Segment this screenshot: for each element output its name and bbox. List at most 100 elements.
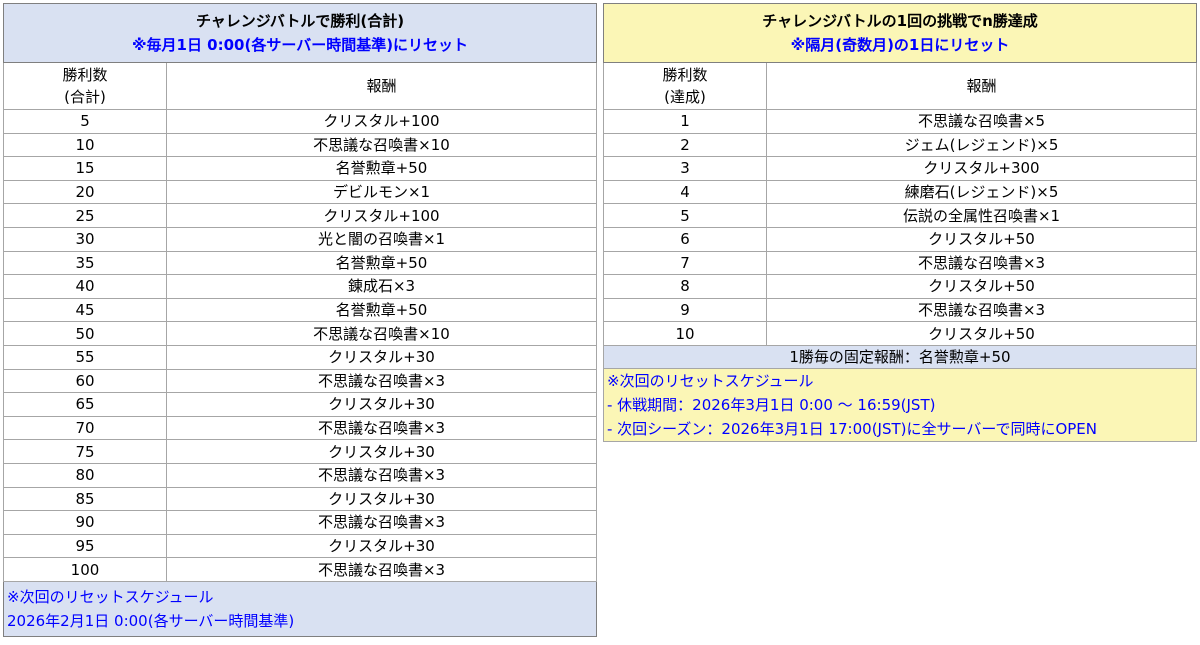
- note-line: ※次回のリセットスケジュール: [7, 587, 214, 606]
- column-header-win-count: 勝利数 (合計): [3, 62, 167, 110]
- reward-cell: 不思議な召喚書×3: [766, 297, 1197, 323]
- win-count-cell: 2: [603, 132, 767, 158]
- win-count-cell: 5: [3, 109, 167, 134]
- win-count-cell: 9: [603, 297, 767, 323]
- reward-cell: 名誉勲章+50: [166, 156, 597, 181]
- table-row: 70 不思議な召喚書×3: [3, 415, 597, 441]
- cumulative-wins-panel: チャレンジバトルで勝利(合計) ※毎月1日 0:00(各サーバー時間基準)にリセ…: [3, 3, 597, 637]
- reward-cell: ジェム(レジェンド)×5: [766, 132, 1197, 158]
- reward-cell: 不思議な召喚書×3: [166, 368, 597, 394]
- win-count-cell: 45: [3, 297, 167, 323]
- win-count-cell: 3: [603, 156, 767, 181]
- win-count-cell: 60: [3, 368, 167, 394]
- win-count-cell: 75: [3, 439, 167, 464]
- column-header-reward: 報酬: [166, 62, 597, 110]
- reward-cell: デビルモン×1: [166, 179, 597, 205]
- table-row: 10 クリスタル+50: [603, 321, 1197, 346]
- single-run-wins-table: チャレンジバトルの1回の挑戦でn勝達成 ※隔月(奇数月)の1日にリセット 勝利数…: [603, 3, 1197, 442]
- table-row: 10 不思議な召喚書×10: [3, 132, 597, 158]
- win-count-cell: 4: [603, 179, 767, 205]
- win-count-cell: 7: [603, 250, 767, 276]
- note-line: 2026年2月1日 0:00(各サーバー時間基準): [7, 611, 295, 630]
- table-row: 1 不思議な召喚書×5: [603, 109, 1197, 134]
- table-row: 7 不思議な召喚書×3: [603, 250, 1197, 276]
- table-title: チャレンジバトルで勝利(合計): [195, 12, 405, 30]
- table-row: 100 不思議な召喚書×3: [3, 557, 597, 582]
- table-row: 8 クリスタル+50: [603, 274, 1197, 299]
- reward-cell: クリスタル+30: [166, 533, 597, 559]
- reward-cell: クリスタル+50: [766, 226, 1197, 252]
- reward-cell: クリスタル+50: [766, 274, 1197, 299]
- table-row: 50 不思議な召喚書×10: [3, 321, 597, 346]
- reward-cell: クリスタル+100: [166, 203, 597, 228]
- table-subtitle: ※毎月1日 0:00(各サーバー時間基準)にリセット: [131, 36, 469, 54]
- cumulative-wins-table: チャレンジバトルで勝利(合計) ※毎月1日 0:00(各サーバー時間基準)にリセ…: [3, 3, 597, 637]
- table-row: 45 名誉勲章+50: [3, 297, 597, 323]
- reward-cell: 不思議な召喚書×5: [766, 109, 1197, 134]
- win-count-cell: 90: [3, 510, 167, 535]
- table-row: 3 クリスタル+300: [603, 156, 1197, 181]
- table-row: 40 錬成石×3: [3, 274, 597, 299]
- reset-schedule-note: ※次回のリセットスケジュール - 休戦期間：2026年3月1日 0:00 ～ 16…: [603, 367, 1197, 442]
- table-row: 5 伝説の全属性召喚書×1: [603, 203, 1197, 228]
- fixed-reward-row: 1勝毎の固定報酬：名誉勲章+50: [603, 344, 1197, 369]
- win-count-cell: 70: [3, 415, 167, 441]
- reward-cell: 名誉勲章+50: [166, 297, 597, 323]
- win-count-cell: 30: [3, 226, 167, 252]
- table-row: 80 不思議な召喚書×3: [3, 462, 597, 488]
- table-subtitle: ※隔月(奇数月)の1日にリセット: [790, 36, 1010, 54]
- win-count-cell: 35: [3, 250, 167, 276]
- win-count-cell: 95: [3, 533, 167, 559]
- column-header-reward: 報酬: [766, 62, 1197, 110]
- win-count-cell: 50: [3, 321, 167, 346]
- table-row: 30 光と闇の召喚書×1: [3, 226, 597, 252]
- win-count-cell: 1: [603, 109, 767, 134]
- win-count-cell: 40: [3, 274, 167, 299]
- cumulative-wins-rows: 5 クリスタル+100 10 不思議な召喚書×10 15 名誉勲章+50 20 デビルモン×1…: [3, 109, 597, 582]
- reward-cell: 錬成石×3: [166, 274, 597, 299]
- reward-cell: クリスタル+300: [766, 156, 1197, 181]
- win-count-cell: 10: [3, 132, 167, 158]
- table-row: 15 名誉勲章+50: [3, 156, 597, 181]
- note-line: ※次回のリセットスケジュール: [607, 371, 814, 390]
- table-row: 20 デビルモン×1: [3, 179, 597, 205]
- win-count-cell: 85: [3, 486, 167, 512]
- table-row: 95 クリスタル+30: [3, 533, 597, 559]
- win-count-cell: 80: [3, 462, 167, 488]
- reward-cell: 不思議な召喚書×10: [166, 132, 597, 158]
- win-count-cell: 20: [3, 179, 167, 205]
- table-row: 6 クリスタル+50: [603, 226, 1197, 252]
- single-run-wins-rows: 1 不思議な召喚書×5 2 ジェム(レジェンド)×5 3 クリスタル+300 4 練磨石(レジ…: [603, 109, 1197, 346]
- reward-cell: 名誉勲章+50: [166, 250, 597, 276]
- table-row: 55 クリスタル+30: [3, 344, 597, 370]
- table-row: 35 名誉勲章+50: [3, 250, 597, 276]
- table-title: チャレンジバトルの1回の挑戦でn勝達成: [762, 12, 1038, 30]
- win-count-cell: 5: [603, 203, 767, 228]
- reward-cell: クリスタル+30: [166, 439, 597, 464]
- table-row: 5 クリスタル+100: [3, 109, 597, 134]
- column-header-win-count: 勝利数 (達成): [603, 62, 767, 110]
- reward-cell: 不思議な召喚書×3: [766, 250, 1197, 276]
- reward-cell: クリスタル+30: [166, 486, 597, 512]
- win-count-cell: 8: [603, 274, 767, 299]
- reward-cell: クリスタル+30: [166, 392, 597, 417]
- win-count-cell: 100: [3, 557, 167, 582]
- reward-cell: 不思議な召喚書×3: [166, 557, 597, 582]
- reward-cell: 不思議な召喚書×3: [166, 415, 597, 441]
- reward-cell: 光と闇の召喚書×1: [166, 226, 597, 252]
- single-run-wins-panel: チャレンジバトルの1回の挑戦でn勝達成 ※隔月(奇数月)の1日にリセット 勝利数…: [603, 3, 1197, 442]
- table-row: 85 クリスタル+30: [3, 486, 597, 512]
- reward-cell: クリスタル+100: [166, 109, 597, 134]
- reward-cell: クリスタル+50: [766, 321, 1197, 346]
- win-count-cell: 15: [3, 156, 167, 181]
- table-row: 90 不思議な召喚書×3: [3, 510, 597, 535]
- table-row: 75 クリスタル+30: [3, 439, 597, 464]
- note-line: - 次回シーズン：2026年3月1日 17:00(JST)に全サーバーで同時にO…: [607, 419, 1098, 438]
- win-count-cell: 55: [3, 344, 167, 370]
- table-row: 60 不思議な召喚書×3: [3, 368, 597, 394]
- win-count-cell: 10: [603, 321, 767, 346]
- table-row: 4 練磨石(レジェンド)×5: [603, 179, 1197, 205]
- table-row: 65 クリスタル+30: [3, 392, 597, 417]
- win-count-cell: 65: [3, 392, 167, 417]
- win-count-cell: 6: [603, 226, 767, 252]
